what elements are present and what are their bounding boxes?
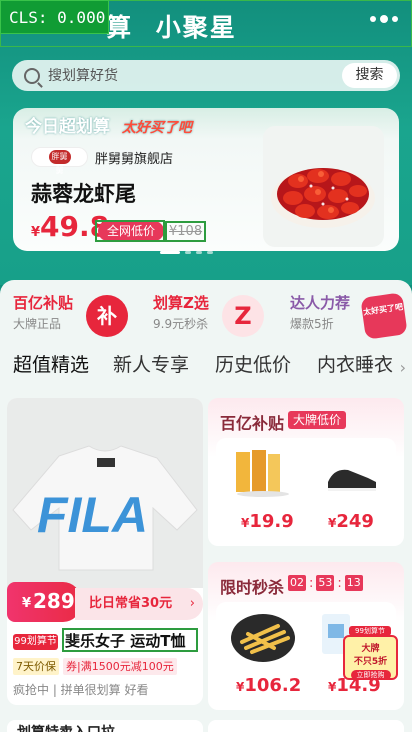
tab-featured[interactable]: 超值精选 [13, 350, 89, 390]
crayfish-illustration [271, 168, 375, 228]
subsidy-card-tag: 大牌低价 [288, 411, 347, 429]
flash-price-value: 106.2 [244, 675, 302, 696]
debug-outline-tag [95, 220, 165, 242]
deal-product-title: 蒜蓉龙虾尾 [31, 182, 136, 206]
category-title: 百亿补贴 [13, 294, 74, 312]
recommend-badge-icon: 太好买了吧 [360, 292, 408, 340]
tab-underwear[interactable]: 内衣睡衣 [317, 350, 393, 390]
category-sub: 大牌正品 [13, 317, 62, 331]
feature-saving-note[interactable]: 比日常省30元 › [75, 588, 203, 620]
deal-currency: ¥ [31, 225, 41, 240]
float-body: 大牌 不只5折 立即抢购 [343, 635, 398, 680]
page: CLS: 0.000 算 小聚星 搜索 今日超划算 太好买了吧 胖舅舅 胖舅舅旗… [0, 0, 412, 732]
feature-price-pill: ¥289 [7, 582, 81, 622]
festival-badge: 99划算节 [13, 634, 58, 650]
tshirt-product-image: FILA [7, 398, 203, 588]
feature-currency: ¥ [22, 596, 32, 611]
float-cta: 立即抢购 [350, 670, 391, 680]
tab-history-low[interactable]: 历史低价 [215, 350, 291, 390]
category-subsidy[interactable]: 百亿补贴 大牌正品 补 [13, 292, 128, 337]
tab-bar: 超值精选 新人专享 历史低价 内衣睡衣 › [0, 350, 412, 390]
chevron-right-icon: › [189, 596, 195, 611]
float-line-2: 不只5折 [353, 657, 388, 667]
hero-banner: CLS: 0.000 算 小聚星 搜索 今日超划算 太好买了吧 胖舅舅 胖舅舅旗… [0, 0, 412, 285]
store-name: 胖舅舅旗舰店 [95, 151, 174, 167]
category-title: 划算Z选 [153, 294, 209, 312]
subsidy-price-value: 249 [336, 511, 374, 532]
timer-hours: 02 [288, 575, 306, 591]
crayfish-product-image[interactable] [263, 126, 384, 247]
next-row-title[interactable]: 划算特卖入口拉 [7, 720, 203, 732]
tab-scroll-icon[interactable]: › [400, 358, 406, 377]
search-icon [24, 67, 40, 84]
subsidy-badge-icon: 补 [86, 295, 128, 337]
subsidy-item-price: ¥19.9 [241, 511, 294, 532]
category-title: 达人力荐 [290, 294, 351, 312]
category-row: 百亿补贴 大牌正品 补 划算Z选 9.9元秒杀 Z 达人力荐 爆款5折 太好买了… [0, 288, 412, 340]
flash-item-price: ¥106.2 [236, 675, 302, 696]
guarantee-chip: 7天价保 [13, 658, 59, 675]
cls-debug-overlay: CLS: 0.000 [0, 0, 109, 34]
store-logo: 胖舅舅 [31, 147, 88, 175]
deal-card[interactable]: 今日超划算 太好买了吧 胖舅舅 胖舅舅旗舰店 蒜蓉龙虾尾 ¥49.8 全网低价 … [13, 108, 399, 251]
category-sub: 爆款5折 [290, 317, 334, 331]
deal-headline-text: 今日超划算 [25, 117, 110, 137]
tab-newcomer[interactable]: 新人专享 [113, 350, 189, 390]
subsidy-card-title: 百亿补贴 [220, 414, 285, 433]
zpick-badge-icon: Z [222, 295, 264, 337]
next-row-card[interactable] [208, 720, 404, 732]
float-line-1: 大牌 [361, 644, 380, 654]
svg-text:FILA: FILA [37, 487, 148, 543]
search-button[interactable]: 搜索 [342, 63, 397, 88]
deal-headline: 今日超划算 太好买了吧 [25, 112, 192, 137]
subsidy-card[interactable]: 百亿补贴 大牌低价 ¥19.9 ¥249 [208, 398, 404, 546]
feature-saving-text: 比日常省30元 [89, 596, 173, 611]
category-recommend[interactable]: 达人力荐 爆款5折 太好买了吧 [290, 292, 408, 340]
subsidy-item-price: ¥249 [328, 511, 374, 532]
coupon-chip: 券|满1500元减100元 [63, 658, 177, 675]
timer-minutes: 53 [316, 575, 335, 591]
festival-float-button[interactable]: 99划算节 大牌 不只5折 立即抢购 [343, 626, 398, 680]
store-row[interactable]: 胖舅舅 胖舅舅旗舰店 [31, 147, 174, 175]
carousel-dots [160, 251, 213, 254]
subsidy-products-image [216, 438, 396, 528]
feature-meta: 疯抢中 | 拼单很划算 好看 [13, 683, 149, 697]
category-sub: 9.9元秒杀 [153, 317, 209, 331]
feature-title[interactable]: 斐乐女子 运动T恤 [62, 628, 198, 652]
category-zpick[interactable]: 划算Z选 9.9元秒杀 Z [153, 292, 264, 337]
deal-headline-em: 太好买了吧 [121, 120, 192, 136]
search-bar[interactable]: 搜索 [12, 60, 400, 91]
flash-timer: 02:53:13 [288, 575, 363, 591]
store-logo-text: 胖舅舅 [48, 150, 71, 175]
feature-price: 289 [33, 589, 75, 613]
flash-card-title: 限时秒杀 [220, 578, 285, 597]
original-price: ¥108 [165, 221, 207, 242]
subsidy-price-value: 19.9 [249, 511, 294, 532]
search-input[interactable] [48, 67, 318, 84]
timer-seconds: 13 [344, 575, 363, 591]
